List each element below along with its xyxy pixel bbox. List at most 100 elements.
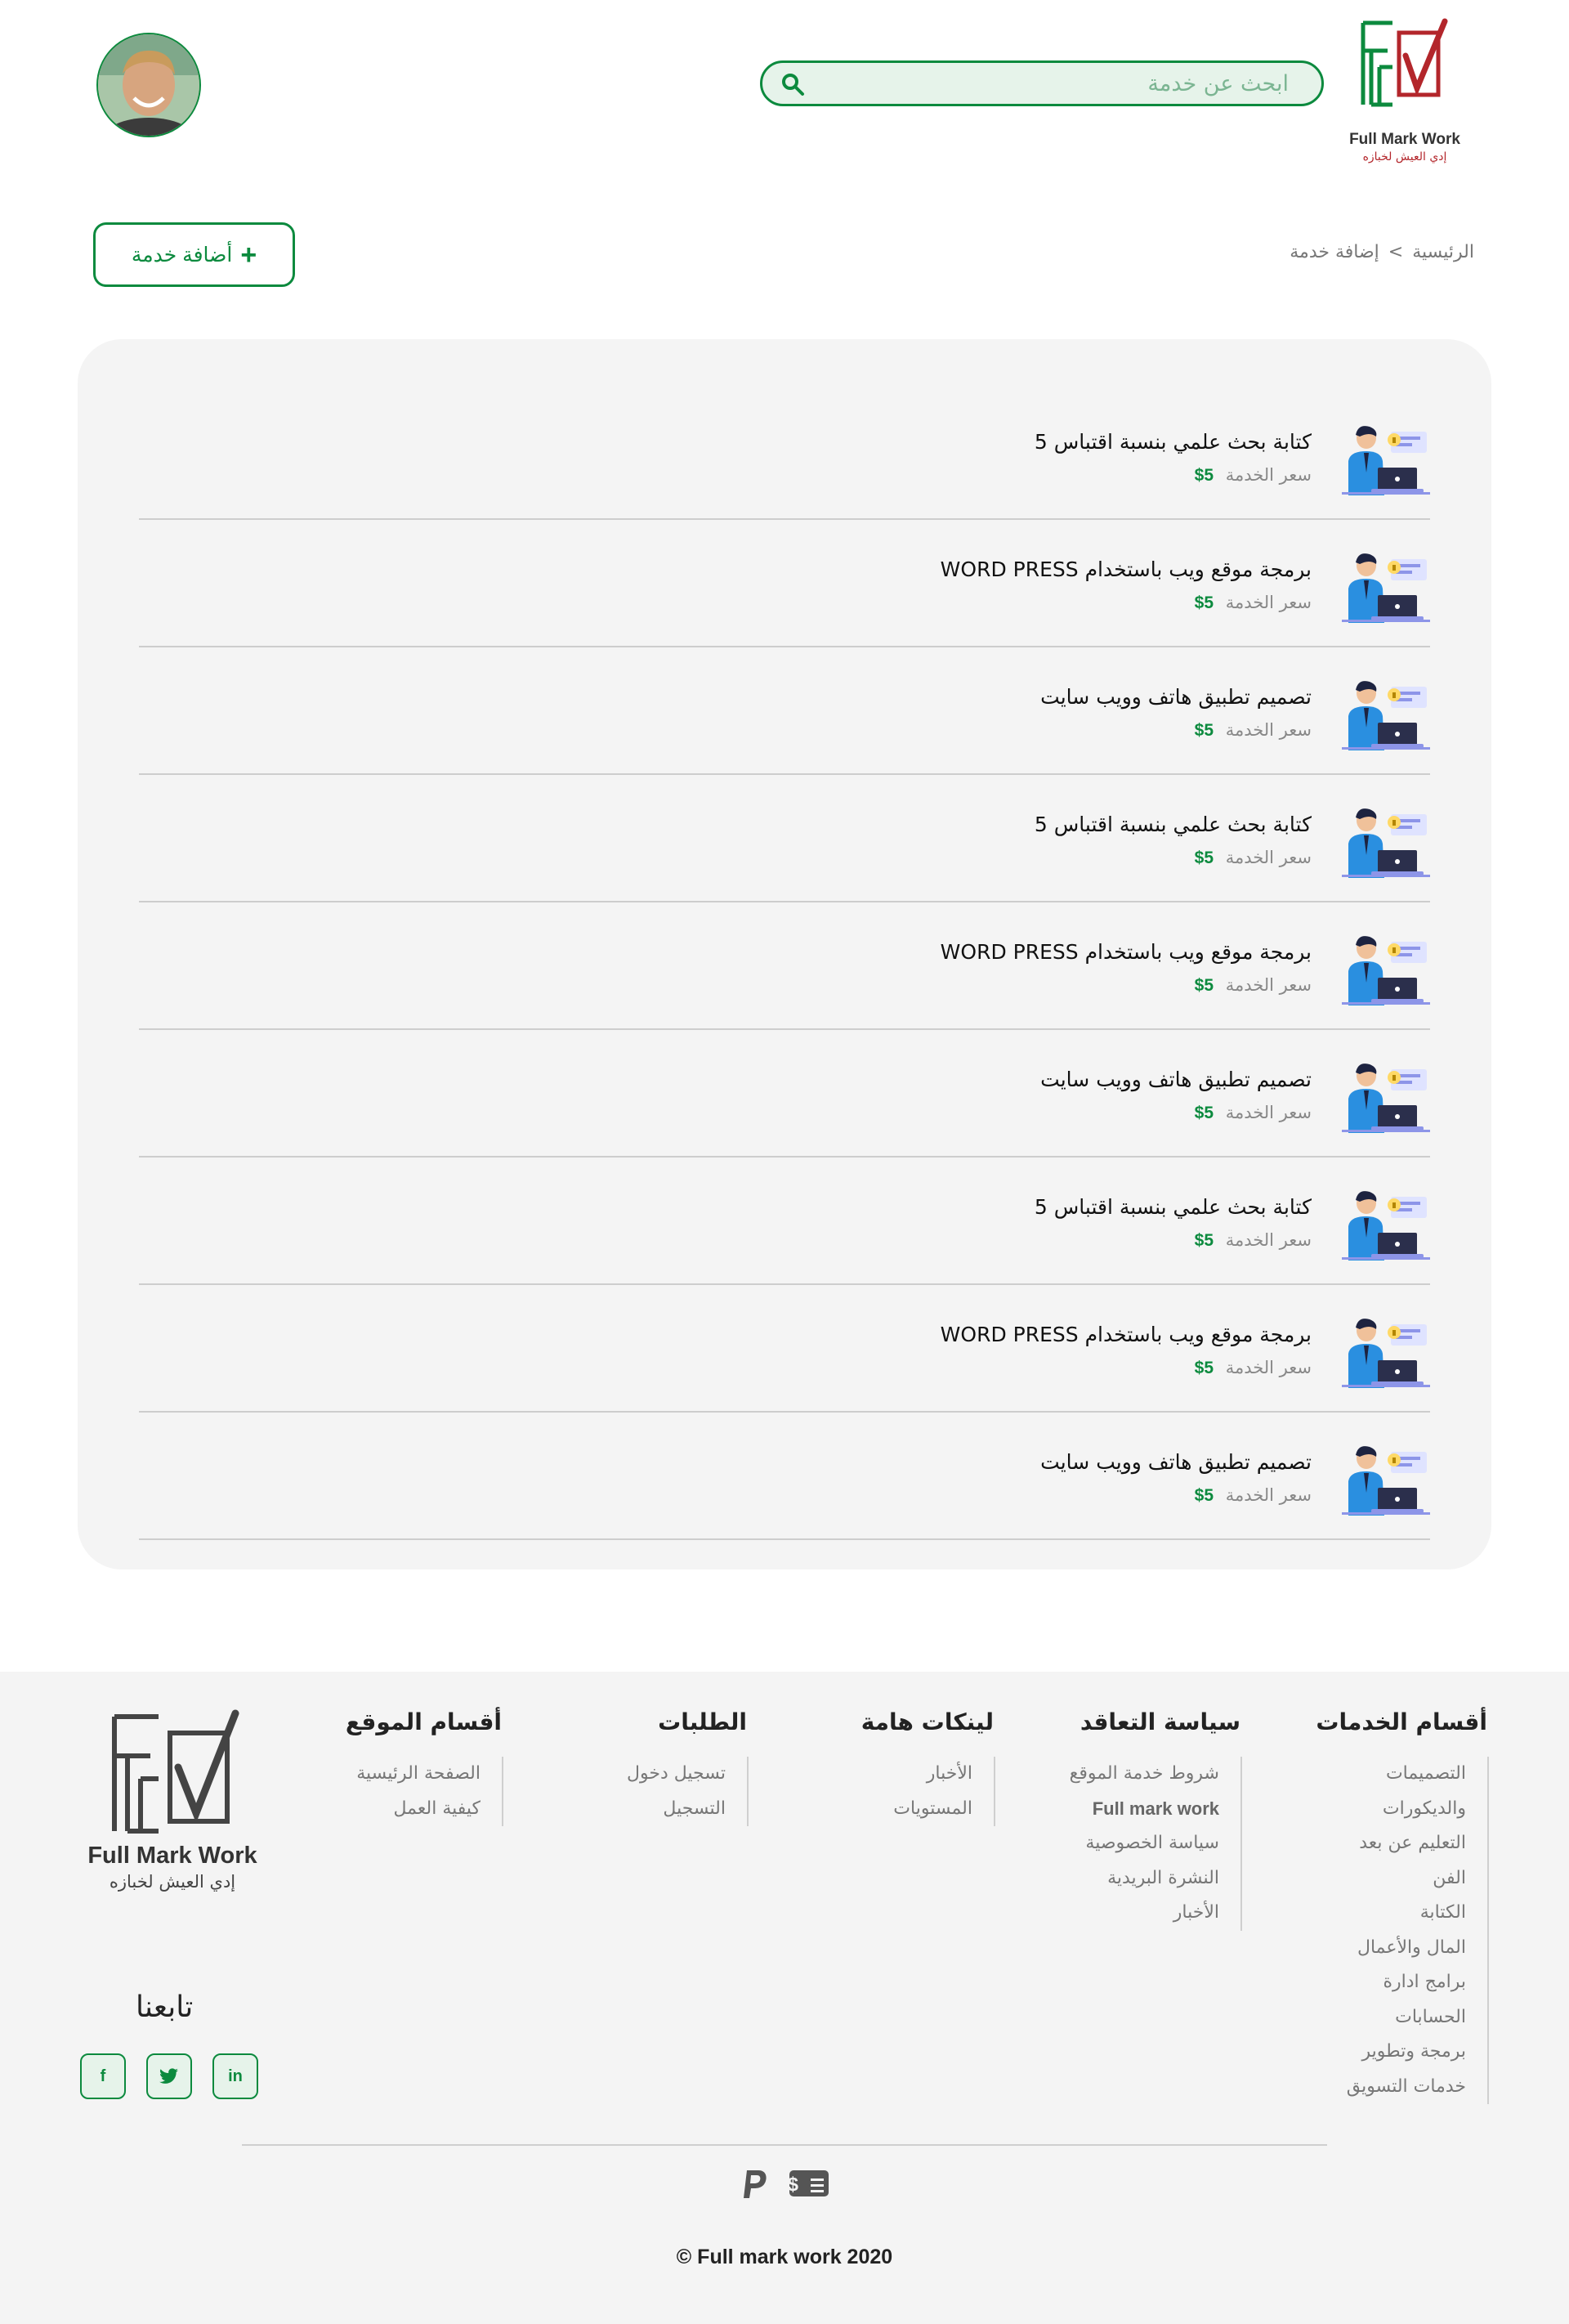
service-title[interactable]: كتابة بحث علمي بنسبة اقتباس 5 — [1035, 813, 1312, 836]
service-price: سعر الخدمة 5$ — [1195, 1230, 1312, 1251]
service-title[interactable]: برمجة موقع ويب باستخدام WORD PRESS — [941, 1323, 1312, 1346]
service-illustration-icon — [1342, 553, 1430, 623]
service-illustration-icon — [1342, 936, 1430, 1005]
footer-link[interactable]: برمجة وتطوير — [1316, 2035, 1487, 2070]
service-price: سعر الخدمة 5$ — [1195, 1103, 1312, 1123]
footer-link[interactable]: برامج ادارة — [1316, 1965, 1487, 2000]
footer-column-links: لينكات هامة الأخبار المستويات — [861, 1708, 995, 1826]
service-item[interactable]: تصميم تطبيق هاتف وويب سايت سعر الخدمة 5$ — [139, 1030, 1430, 1158]
service-price: سعر الخدمة 5$ — [1195, 593, 1312, 613]
service-price-label: سعر الخدمة — [1225, 465, 1312, 485]
footer-link[interactable]: التصميمات — [1316, 1757, 1487, 1792]
service-title[interactable]: كتابة بحث علمي بنسبة اقتباس 5 — [1035, 1195, 1312, 1219]
service-price: سعر الخدمة 5$ — [1195, 975, 1312, 996]
service-price-value: 5$ — [1194, 976, 1214, 995]
cash-icon: $ — [789, 2170, 829, 2196]
twitter-icon[interactable] — [146, 2053, 192, 2099]
footer-link[interactable]: المستويات — [861, 1792, 994, 1827]
service-price: سعر الخدمة 5$ — [1195, 1358, 1312, 1378]
service-item[interactable]: كتابة بحث علمي بنسبة اقتباس 5 سعر الخدمة… — [139, 392, 1430, 520]
service-illustration-icon — [1342, 1191, 1430, 1261]
service-price: سعر الخدمة 5$ — [1195, 848, 1312, 868]
footer-link[interactable]: التعليم عن بعد — [1316, 1826, 1487, 1861]
paypal-icon — [744, 2170, 767, 2198]
svg-text:$: $ — [789, 2174, 799, 2196]
service-illustration-icon — [1342, 808, 1430, 878]
breadcrumb-separator: > — [1388, 242, 1404, 262]
service-item[interactable]: كتابة بحث علمي بنسبة اقتباس 5 سعر الخدمة… — [139, 775, 1430, 902]
service-price: سعر الخدمة 5$ — [1195, 465, 1312, 486]
footer-link[interactable]: Full mark work — [1070, 1792, 1240, 1827]
service-title[interactable]: برمجة موقع ويب باستخدام WORD PRESS — [941, 940, 1312, 964]
service-price: سعر الخدمة 5$ — [1195, 720, 1312, 741]
footer-link[interactable]: الأخبار — [861, 1757, 994, 1792]
search-bar — [760, 60, 1324, 106]
footer-link[interactable]: والديكورات — [1316, 1792, 1487, 1827]
avatar[interactable] — [96, 33, 201, 137]
footer-column-title: لينكات هامة — [860, 1708, 994, 1735]
service-price-label: سعر الخدمة — [1225, 975, 1312, 995]
service-price-value: 5$ — [1194, 593, 1214, 612]
services-panel: كتابة بحث علمي بنسبة اقتباس 5 سعر الخدمة… — [78, 339, 1491, 1569]
service-title[interactable]: تصميم تطبيق هاتف وويب سايت — [1040, 1450, 1312, 1474]
service-item[interactable]: كتابة بحث علمي بنسبة اقتباس 5 سعر الخدمة… — [139, 1158, 1430, 1285]
footer-links: شروط خدمة الموقع Full mark work سياسة ال… — [1070, 1757, 1242, 1931]
service-price: سعر الخدمة 5$ — [1195, 1485, 1312, 1506]
service-title[interactable]: برمجة موقع ويب باستخدام WORD PRESS — [941, 557, 1312, 581]
footer-logo[interactable]: Full Mark Work إدي العيش لخبازه — [78, 1708, 266, 1921]
footer-divider — [242, 2144, 1327, 2146]
service-illustration-icon — [1342, 681, 1430, 750]
add-service-button[interactable]: + أضافة خدمة — [93, 222, 295, 287]
footer-links: الأخبار المستويات — [861, 1757, 995, 1826]
footer-link[interactable]: الأخبار — [1070, 1896, 1240, 1931]
footer-column-title: سياسة التعاقد — [1080, 1708, 1240, 1735]
copyright: Full mark work 2020 © — [676, 2246, 893, 2268]
site-logo[interactable]: Full Mark Work إدي العيش لخبازه — [1343, 18, 1466, 163]
footer-column-site: أقسام الموقع الصفحة الرئيسية كيفية العمل — [346, 1708, 503, 1826]
service-title[interactable]: تصميم تطبيق هاتف وويب سايت — [1040, 685, 1312, 709]
footer-column-title: الطلبات — [658, 1708, 747, 1735]
service-price-value: 5$ — [1194, 721, 1214, 740]
footer-link[interactable]: شروط خدمة الموقع — [1070, 1757, 1240, 1792]
footer-link[interactable]: كيفية العمل — [346, 1792, 502, 1827]
footer-links: الصفحة الرئيسية كيفية العمل — [346, 1757, 503, 1826]
service-item[interactable]: تصميم تطبيق هاتف وويب سايت سعر الخدمة 5$ — [139, 1413, 1430, 1540]
service-illustration-icon — [1342, 426, 1430, 495]
footer-links: تسجيل دخول التسجيل — [627, 1757, 749, 1826]
service-price-value: 5$ — [1194, 1104, 1214, 1122]
footer-link[interactable]: سياسة الخصوصية — [1070, 1826, 1240, 1861]
search-input[interactable] — [831, 63, 1289, 104]
footer-link[interactable]: المال والأعمال — [1316, 1931, 1487, 1966]
service-illustration-icon — [1342, 1446, 1430, 1516]
linkedin-icon[interactable]: in — [212, 2053, 258, 2099]
footer-links: التصميمات والديكورات التعليم عن بعد الفن… — [1316, 1757, 1489, 2104]
facebook-icon[interactable]: f — [80, 2053, 126, 2099]
service-title[interactable]: تصميم تطبيق هاتف وويب سايت — [1040, 1068, 1312, 1091]
add-service-label: أضافة خدمة — [131, 243, 233, 266]
footer-link[interactable]: التسجيل — [627, 1792, 747, 1827]
service-item[interactable]: برمجة موقع ويب باستخدام WORD PRESS سعر ا… — [139, 1285, 1430, 1413]
footer-link[interactable]: النشرة البريدية — [1070, 1861, 1240, 1896]
breadcrumb-home[interactable]: الرئيسية — [1412, 242, 1474, 262]
logo-text-en: Full Mark Work — [1349, 131, 1460, 148]
footer-link[interactable]: الصفحة الرئيسية — [346, 1757, 502, 1792]
service-price-label: سعر الخدمة — [1225, 1485, 1312, 1505]
service-item[interactable]: برمجة موقع ويب باستخدام WORD PRESS سعر ا… — [139, 520, 1430, 647]
footer-link[interactable]: تسجيل دخول — [627, 1757, 747, 1792]
service-title[interactable]: كتابة بحث علمي بنسبة اقتباس 5 — [1035, 430, 1312, 454]
footer-column-services: أقسام الخدمات التصميمات والديكورات التعل… — [1316, 1708, 1489, 2104]
search-icon[interactable] — [780, 72, 805, 96]
service-price-value: 5$ — [1194, 1486, 1214, 1505]
service-price-value: 5$ — [1194, 466, 1214, 485]
footer-column-requests: الطلبات تسجيل دخول التسجيل — [627, 1708, 749, 1826]
footer-link[interactable]: الفن — [1316, 1861, 1487, 1896]
service-item[interactable]: تصميم تطبيق هاتف وويب سايت سعر الخدمة 5$ — [139, 647, 1430, 775]
footer-link[interactable]: الحسابات — [1316, 2000, 1487, 2035]
breadcrumb: الرئيسية > إضافة خدمة — [1288, 242, 1476, 262]
footer-link[interactable]: خدمات التسويق — [1316, 2070, 1487, 2105]
service-illustration-icon — [1342, 1063, 1430, 1133]
footer-link[interactable]: الكتابة — [1316, 1896, 1487, 1931]
avatar-image — [98, 34, 199, 136]
plus-icon: + — [240, 239, 257, 271]
service-item[interactable]: برمجة موقع ويب باستخدام WORD PRESS سعر ا… — [139, 902, 1430, 1030]
